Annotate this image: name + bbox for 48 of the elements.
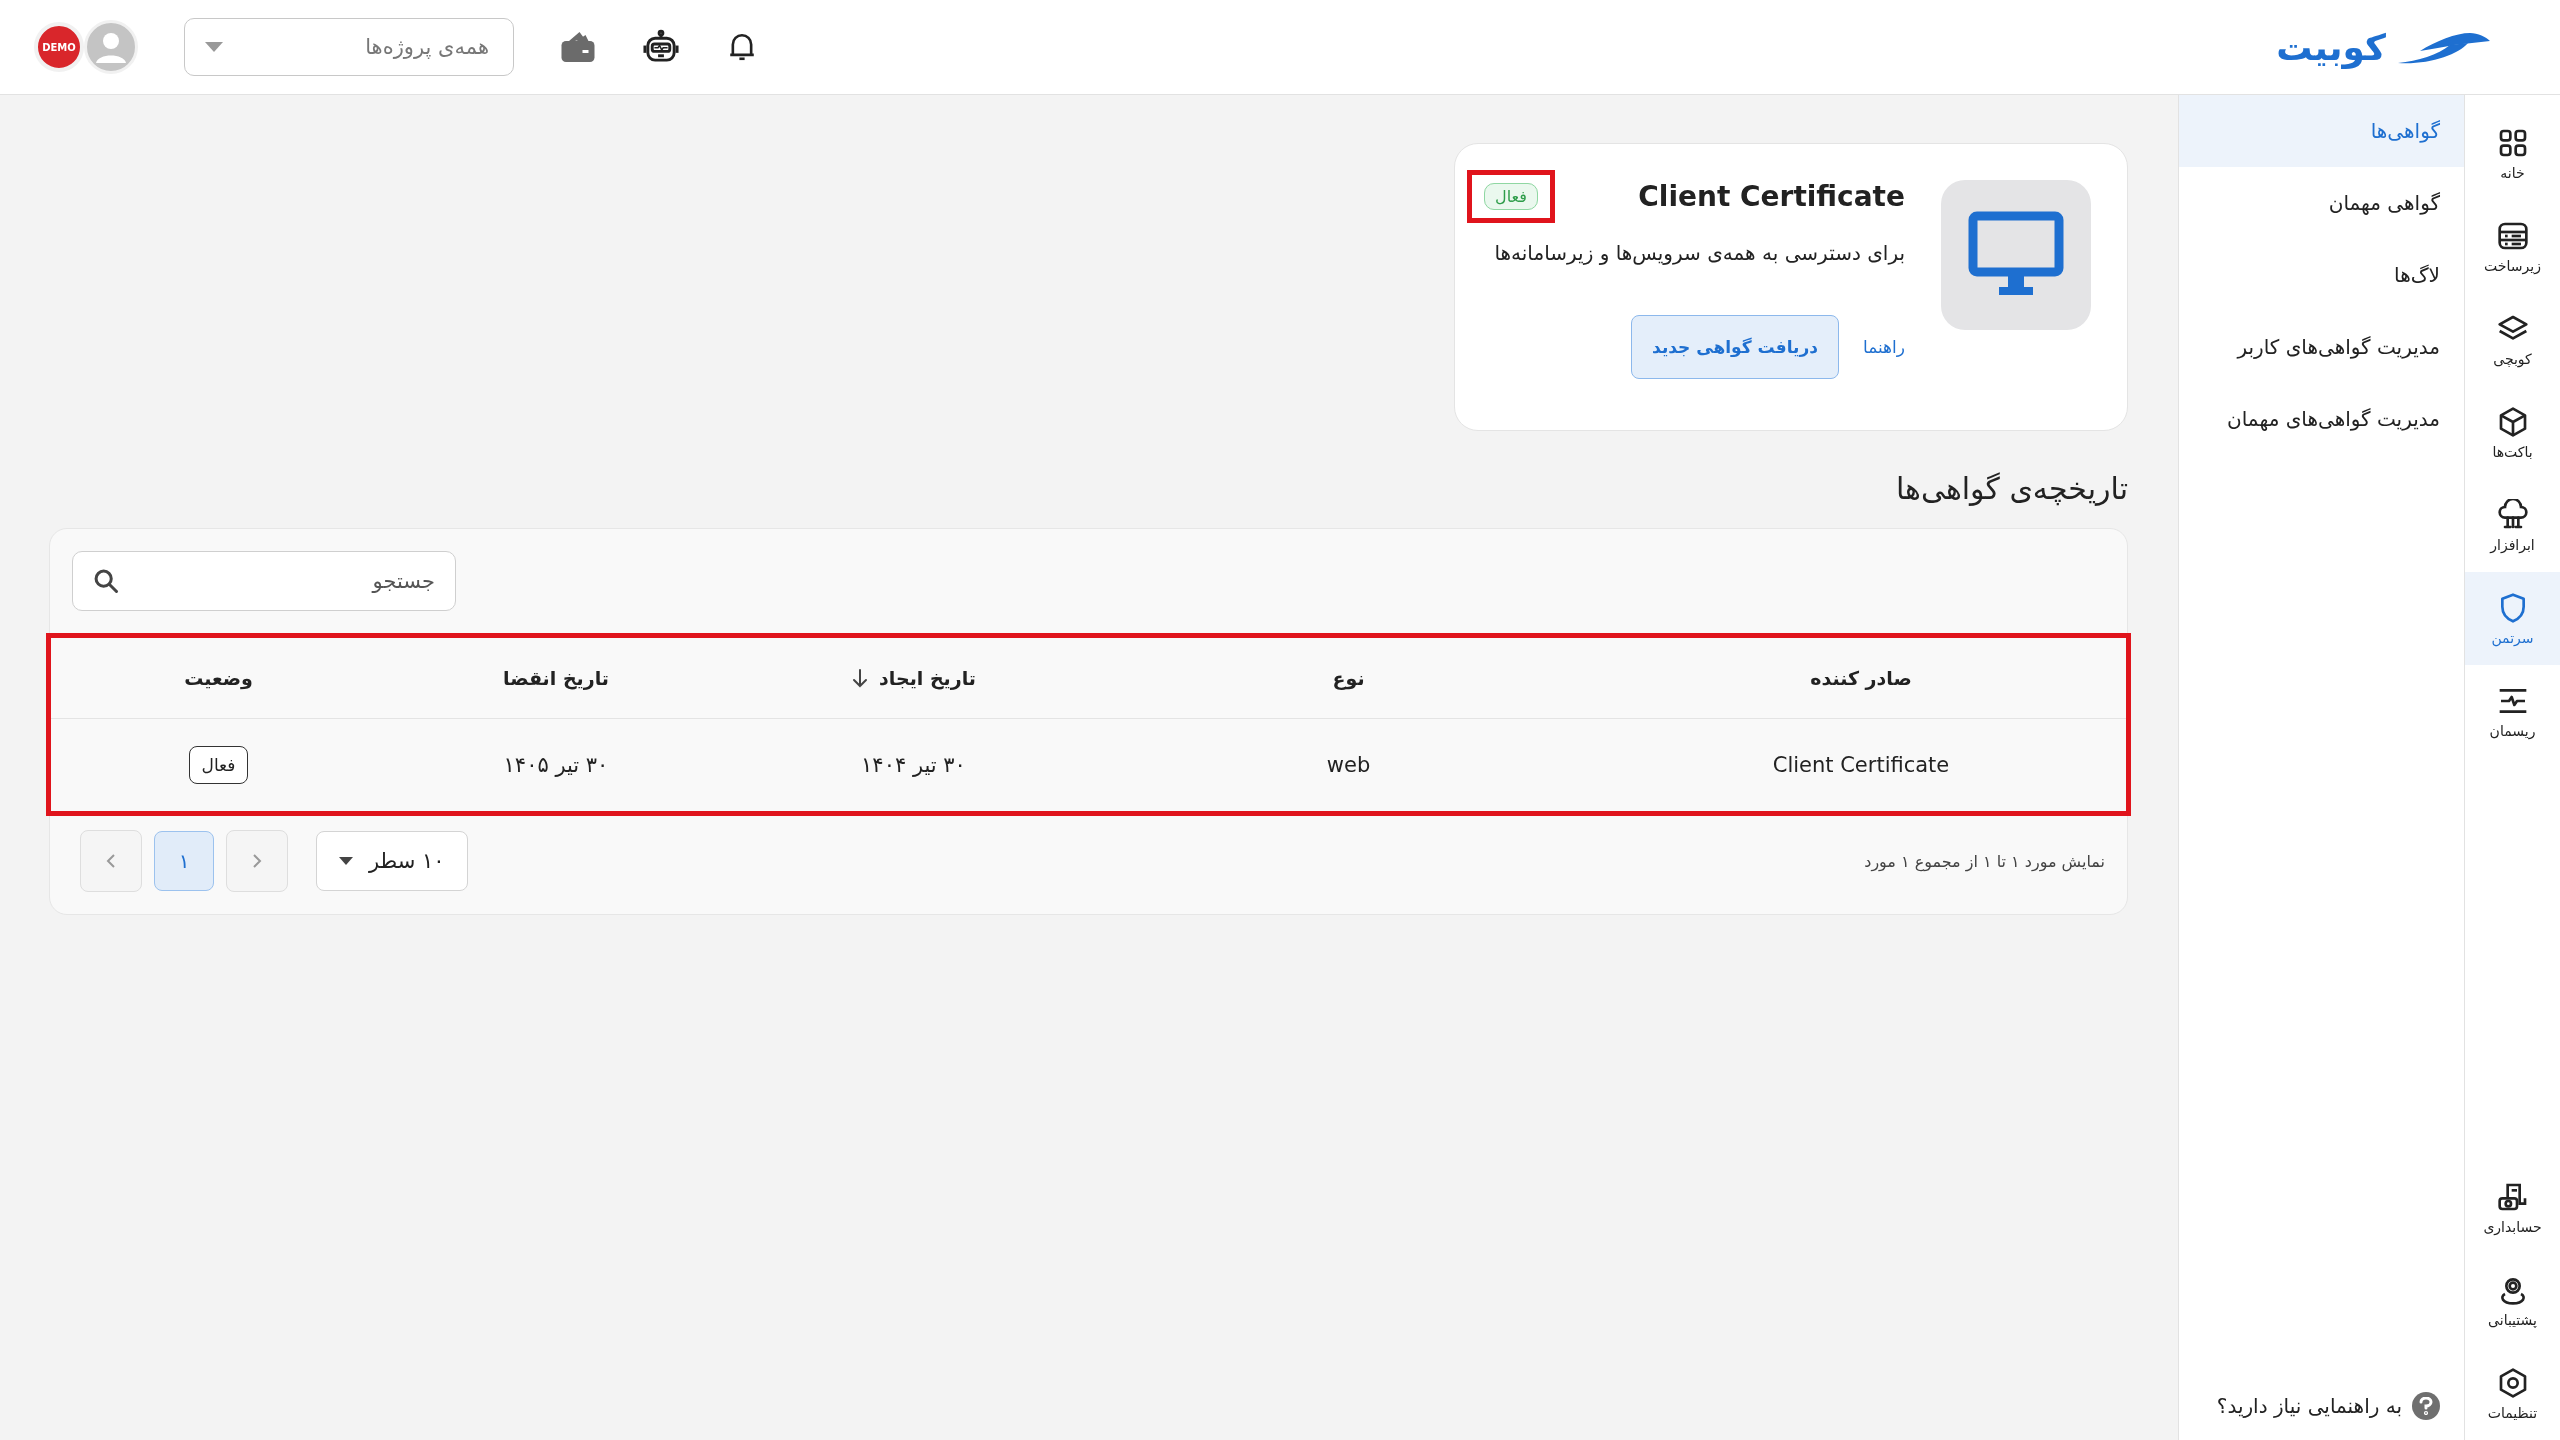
column-header[interactable]: تاریخ انقضا [503, 667, 609, 689]
submenu-item[interactable]: گواهی مهمان [2179, 167, 2464, 239]
robot-icon[interactable] [642, 29, 680, 65]
wallet-icon[interactable] [560, 30, 596, 64]
submenu-item[interactable]: لاگ‌ها [2179, 239, 2464, 311]
new-certificate-button[interactable]: دریافت گواهی جدید [1631, 315, 1839, 379]
demo-stamp: DEMO [34, 22, 84, 72]
guide-link[interactable]: راهنما [1862, 337, 1905, 357]
submenu-item[interactable]: مدیریت گواهی‌های کاربر [2179, 311, 2464, 383]
table-cell-text: Client Certificate [1771, 753, 1951, 777]
page-button[interactable]: ۱ [154, 831, 214, 891]
status-badge: فعال [1484, 183, 1538, 210]
nav-rail-item[interactable]: حسابداری [2465, 1161, 2560, 1254]
column-header[interactable]: نوع [1332, 667, 1365, 689]
table-cell-text: web [1325, 753, 1372, 777]
certificate-title: Client Certificate [1638, 180, 1905, 213]
nav-rail-item[interactable]: ابرافزار [2465, 479, 2560, 572]
column-header[interactable]: صادر کننده [1810, 667, 1912, 689]
search-icon [92, 567, 120, 595]
nav-rail-item[interactable]: تنظیمات [2465, 1347, 2560, 1440]
chevron-right-icon [251, 853, 263, 869]
column-header[interactable]: وضعیت [184, 667, 253, 689]
table-cell-text: ۳۰ تیر ۱۴۰۴ [860, 753, 967, 777]
help-text[interactable]: به راهنمایی نیاز دارید؟ [2216, 1394, 2402, 1418]
submenu-item[interactable]: گواهی‌ها [2179, 95, 2464, 167]
section-title: تاریخچه‌ی گواهی‌ها [1895, 471, 2128, 506]
column-header[interactable]: تاریخ ایجاد [879, 667, 976, 689]
nav-rail-item[interactable]: پشتیبانی [2465, 1254, 2560, 1347]
cloud-icon [2496, 498, 2529, 531]
pagination-summary: نمایش مورد ۱ تا ۱ از مجموع ۱ مورد [1864, 851, 2105, 871]
project-select[interactable]: همه‌ی پروژه‌ها [184, 18, 514, 76]
page-size-select[interactable]: ۱۰ سطر [316, 831, 468, 891]
nav-rail-item[interactable]: زیرساخت [2465, 200, 2560, 293]
nav-rail-item[interactable]: ریسمان [2465, 665, 2560, 758]
table-cell-text: ۳۰ تیر ۱۴۰۵ [502, 753, 610, 777]
certificate-description: برای دسترسی به همه‌ی سرویس‌ها و زیرسامانه‌ها [1493, 241, 1905, 265]
help-icon[interactable] [2412, 1392, 2440, 1420]
search-field[interactable]: جستجو [72, 551, 456, 611]
nav-rail-item[interactable]: باکت‌ها [2465, 386, 2560, 479]
nav-rail-item[interactable]: خانه [2465, 107, 2560, 200]
nav-rail-item[interactable]: کوبچی [2465, 293, 2560, 386]
caret-icon [205, 42, 223, 52]
submenu-item[interactable]: مدیریت گواهی‌های مهمان [2179, 383, 2464, 455]
nav-rail-item[interactable]: سرتمن [2465, 572, 2560, 665]
chevron-left-icon [105, 853, 117, 869]
status-badge: فعال [188, 746, 249, 784]
caret-icon [339, 857, 353, 865]
logo-text: کوبیت [2276, 26, 2386, 68]
